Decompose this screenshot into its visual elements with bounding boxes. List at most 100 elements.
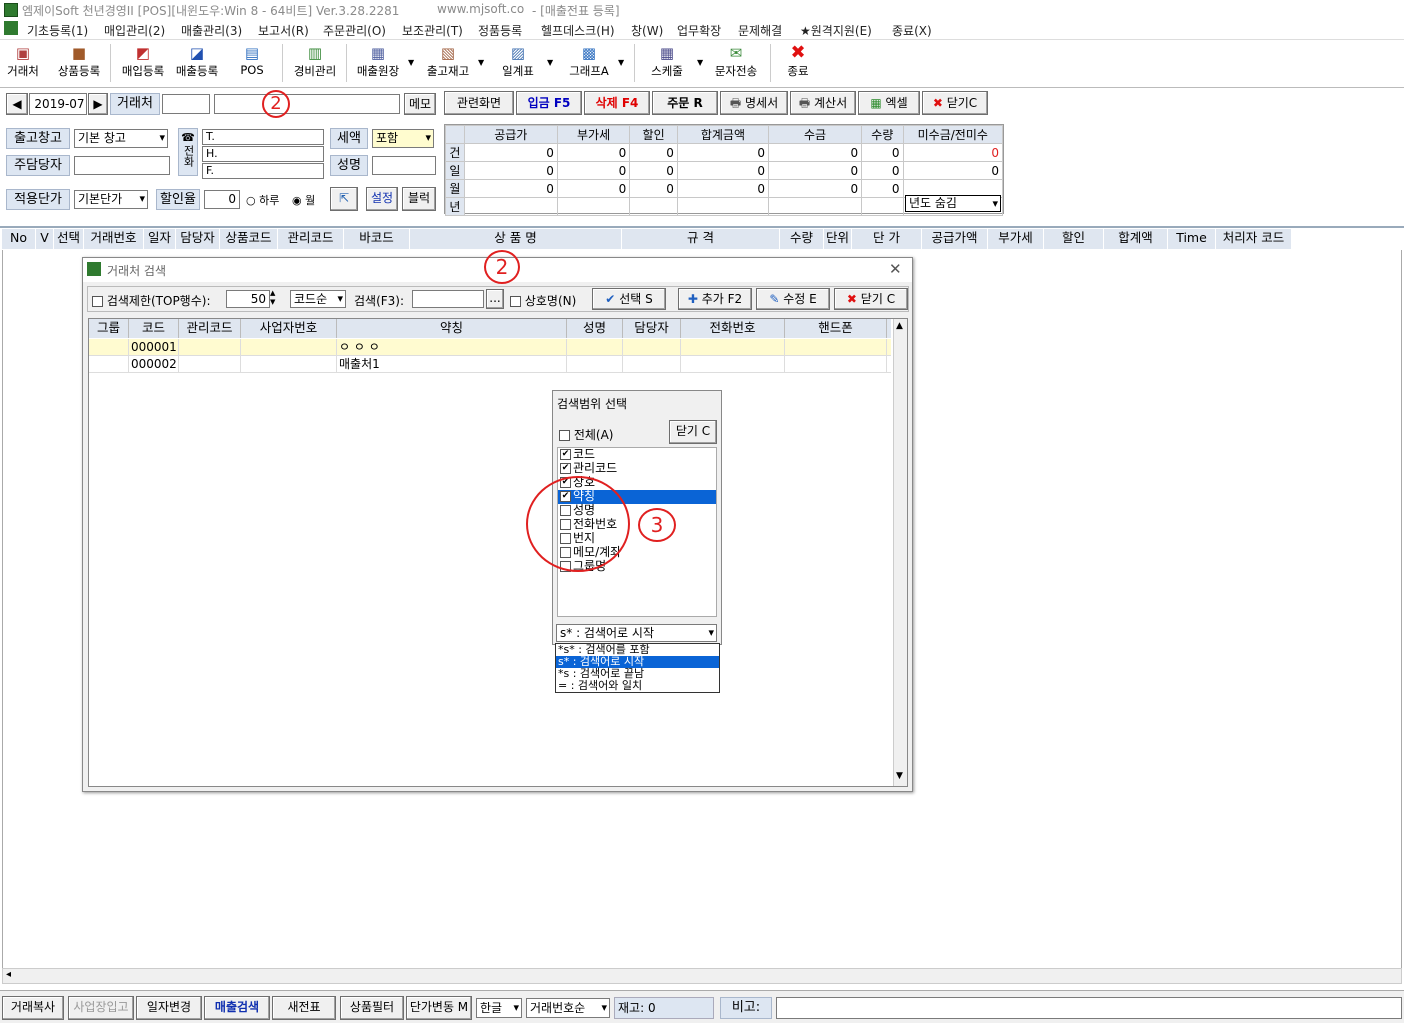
radio-month[interactable]: ◉ 월 bbox=[292, 192, 315, 208]
range-item[interactable]: ✔ 코드 bbox=[558, 448, 716, 462]
next-month-button[interactable]: ▶ bbox=[88, 93, 108, 115]
grid-header-col[interactable]: 담당자 bbox=[176, 229, 220, 249]
year-select[interactable]: 년도 숨김 bbox=[905, 195, 1001, 212]
action-button-6[interactable]: ▦ 엑셀 bbox=[858, 91, 920, 115]
menu-sales[interactable]: 매출관리(3) bbox=[181, 22, 242, 39]
action-button-7[interactable]: ✖ 닫기C bbox=[922, 91, 988, 115]
warehouse-select[interactable]: 기본 창고 bbox=[74, 129, 168, 148]
action-button-5[interactable]: 🖶 계산서 bbox=[790, 91, 856, 115]
grid-header-col[interactable]: 선택 bbox=[54, 229, 84, 249]
schedule-dropdown-icon[interactable]: ▼ bbox=[697, 58, 703, 67]
tax-select[interactable]: 포함 bbox=[372, 129, 434, 148]
setting-button[interactable]: 설정 bbox=[366, 187, 398, 211]
grid-header-col[interactable]: 단 가 bbox=[852, 229, 922, 249]
dialog-header-col[interactable]: 담당자 bbox=[623, 319, 681, 338]
action-button-2[interactable]: 삭제 F4 bbox=[584, 91, 650, 115]
dialog-header-col[interactable]: 그룹 bbox=[89, 319, 129, 338]
grid-header-col[interactable]: 합계액 bbox=[1104, 229, 1168, 249]
toolbar-schedule[interactable]: ▦ 스케줄 bbox=[642, 42, 692, 84]
manager-field[interactable] bbox=[74, 156, 170, 175]
dialog-vscrollbar[interactable]: ▲ ▼ bbox=[893, 319, 907, 786]
graph-dropdown-icon[interactable]: ▼ bbox=[618, 58, 624, 67]
partner-code-field[interactable] bbox=[162, 94, 210, 114]
horizontal-scrollbar[interactable]: ◂ bbox=[2, 968, 1402, 984]
table-row[interactable]: 000001 ㅇ ㅇ ㅇ bbox=[89, 339, 891, 356]
export-button[interactable]: ⇱ bbox=[330, 187, 358, 211]
menu-register[interactable]: 정품등록 bbox=[478, 22, 522, 39]
site-receive-button[interactable]: 사업장입고 bbox=[68, 996, 134, 1020]
menu-basic[interactable]: 기초등록(1) bbox=[27, 22, 88, 39]
menu-trouble[interactable]: 문제해결 bbox=[738, 22, 782, 39]
toolbar-sales[interactable]: ◪ 매출등록 bbox=[170, 42, 224, 84]
grid-header-col[interactable]: 거래번호 bbox=[84, 229, 144, 249]
checkbox-checked-icon[interactable]: ✔ bbox=[560, 449, 571, 460]
dialog-close-button[interactable]: ✖ 닫기 C bbox=[834, 288, 908, 310]
name-field[interactable] bbox=[372, 156, 436, 175]
app-menu-icon[interactable] bbox=[4, 21, 18, 35]
dialog-header-col[interactable]: 전화번호 bbox=[681, 319, 785, 338]
period-field[interactable]: 2019-07 bbox=[29, 93, 87, 115]
toolbar-pos[interactable]: ▤ POS bbox=[230, 42, 274, 84]
partner-name-field[interactable] bbox=[214, 94, 400, 114]
grid-header-col[interactable]: Time bbox=[1168, 229, 1216, 249]
grid-header-col[interactable]: 공급가액 bbox=[922, 229, 988, 249]
grid-header-col[interactable]: 관리코드 bbox=[278, 229, 344, 249]
dialog-close-icon[interactable]: ✕ bbox=[889, 260, 902, 278]
toolbar-sms[interactable]: ✉ 문자전송 bbox=[708, 42, 764, 84]
menu-window[interactable]: 창(W) bbox=[631, 22, 663, 39]
phone-h-field[interactable]: H. bbox=[202, 146, 324, 162]
search-field[interactable] bbox=[412, 290, 484, 308]
price-select[interactable]: 기본단가 bbox=[74, 190, 148, 209]
daily-dropdown-icon[interactable]: ▼ bbox=[547, 58, 553, 67]
copy-transaction-button[interactable]: 거래복사 bbox=[2, 996, 64, 1020]
grid-header-col[interactable]: 상 품 명 bbox=[410, 229, 622, 249]
order-select[interactable]: 코드순 bbox=[290, 290, 346, 308]
menu-purchase[interactable]: 매입관리(2) bbox=[104, 22, 165, 39]
limit-spinner-icon[interactable]: ▲ ▼ bbox=[270, 289, 275, 307]
menu-remote[interactable]: ★원격지원(E) bbox=[800, 22, 872, 39]
limit-checkbox[interactable]: 검색제한(TOP행수): bbox=[92, 292, 211, 309]
dialog-header-col[interactable]: 약칭 bbox=[337, 319, 567, 338]
grid-header-col[interactable]: 할인 bbox=[1044, 229, 1104, 249]
menu-aux[interactable]: 보조관리(T) bbox=[402, 22, 463, 39]
price-change-button[interactable]: 단가변동 M bbox=[406, 996, 472, 1020]
select-button[interactable]: ✔ 선택 S bbox=[592, 288, 666, 310]
menu-order[interactable]: 주문관리(O) bbox=[323, 22, 386, 39]
block-button[interactable]: 블럭 bbox=[402, 187, 436, 211]
memo-button[interactable]: 메모 bbox=[404, 93, 436, 115]
dialog-header-col[interactable]: 핸드폰 bbox=[785, 319, 887, 338]
phone-t-field[interactable]: T. bbox=[202, 129, 324, 145]
toolbar-inventory[interactable]: ▧ 출고재고 bbox=[420, 42, 476, 84]
scroll-down-icon[interactable]: ▼ bbox=[896, 771, 903, 781]
grid-header-col[interactable]: 바코드 bbox=[344, 229, 410, 249]
mode-select[interactable]: s* : 검색어로 시작 bbox=[556, 624, 717, 642]
discount-field[interactable]: 0 bbox=[204, 190, 240, 209]
grid-header-col[interactable]: 단위 bbox=[824, 229, 852, 249]
toolbar-product[interactable]: ■ 상품등록 bbox=[52, 42, 106, 84]
inventory-dropdown-icon[interactable]: ▼ bbox=[478, 58, 484, 67]
shopname-checkbox[interactable]: 상호명(N) bbox=[510, 292, 576, 309]
grid-header-col[interactable]: No bbox=[2, 229, 36, 249]
grid-header-col[interactable]: 일자 bbox=[144, 229, 176, 249]
grid-header-col[interactable]: 처리자 코드 bbox=[1216, 229, 1292, 249]
limit-field[interactable]: 50 bbox=[226, 290, 270, 308]
dialog-grid[interactable]: 그룹 코드 관리코드 사업자번호 약칭 성명 담당자 전화번호 핸드폰 000001 ㅇ ㅇ ㅇ0… bbox=[88, 318, 908, 787]
action-button-0[interactable]: 관련화면 bbox=[444, 91, 514, 115]
grid-header-col[interactable]: 상품코드 bbox=[220, 229, 278, 249]
action-button-1[interactable]: 입금 F5 bbox=[516, 91, 582, 115]
scroll-up-icon[interactable]: ▲ bbox=[896, 321, 903, 331]
note-field[interactable] bbox=[776, 997, 1402, 1019]
prev-month-button[interactable]: ◀ bbox=[6, 93, 28, 115]
grid-header-col[interactable]: 수량 bbox=[780, 229, 824, 249]
checkbox-checked-icon[interactable]: ✔ bbox=[560, 463, 571, 474]
menu-extension[interactable]: 업무확장 bbox=[677, 22, 721, 39]
change-date-button[interactable]: 일자변경 bbox=[136, 996, 202, 1020]
range-item[interactable]: ✔ 관리코드 bbox=[558, 462, 716, 476]
order-select-bottom[interactable]: 거래번호순 bbox=[526, 998, 610, 1018]
grid-header-col[interactable]: 규 격 bbox=[622, 229, 780, 249]
grid-header-col[interactable]: V bbox=[36, 229, 54, 249]
scroll-left-icon[interactable]: ◂ bbox=[6, 969, 11, 980]
lang-select[interactable]: 한글 bbox=[476, 998, 522, 1018]
search-range-button[interactable]: ... bbox=[486, 289, 504, 309]
grid-header-col[interactable]: 부가세 bbox=[988, 229, 1044, 249]
